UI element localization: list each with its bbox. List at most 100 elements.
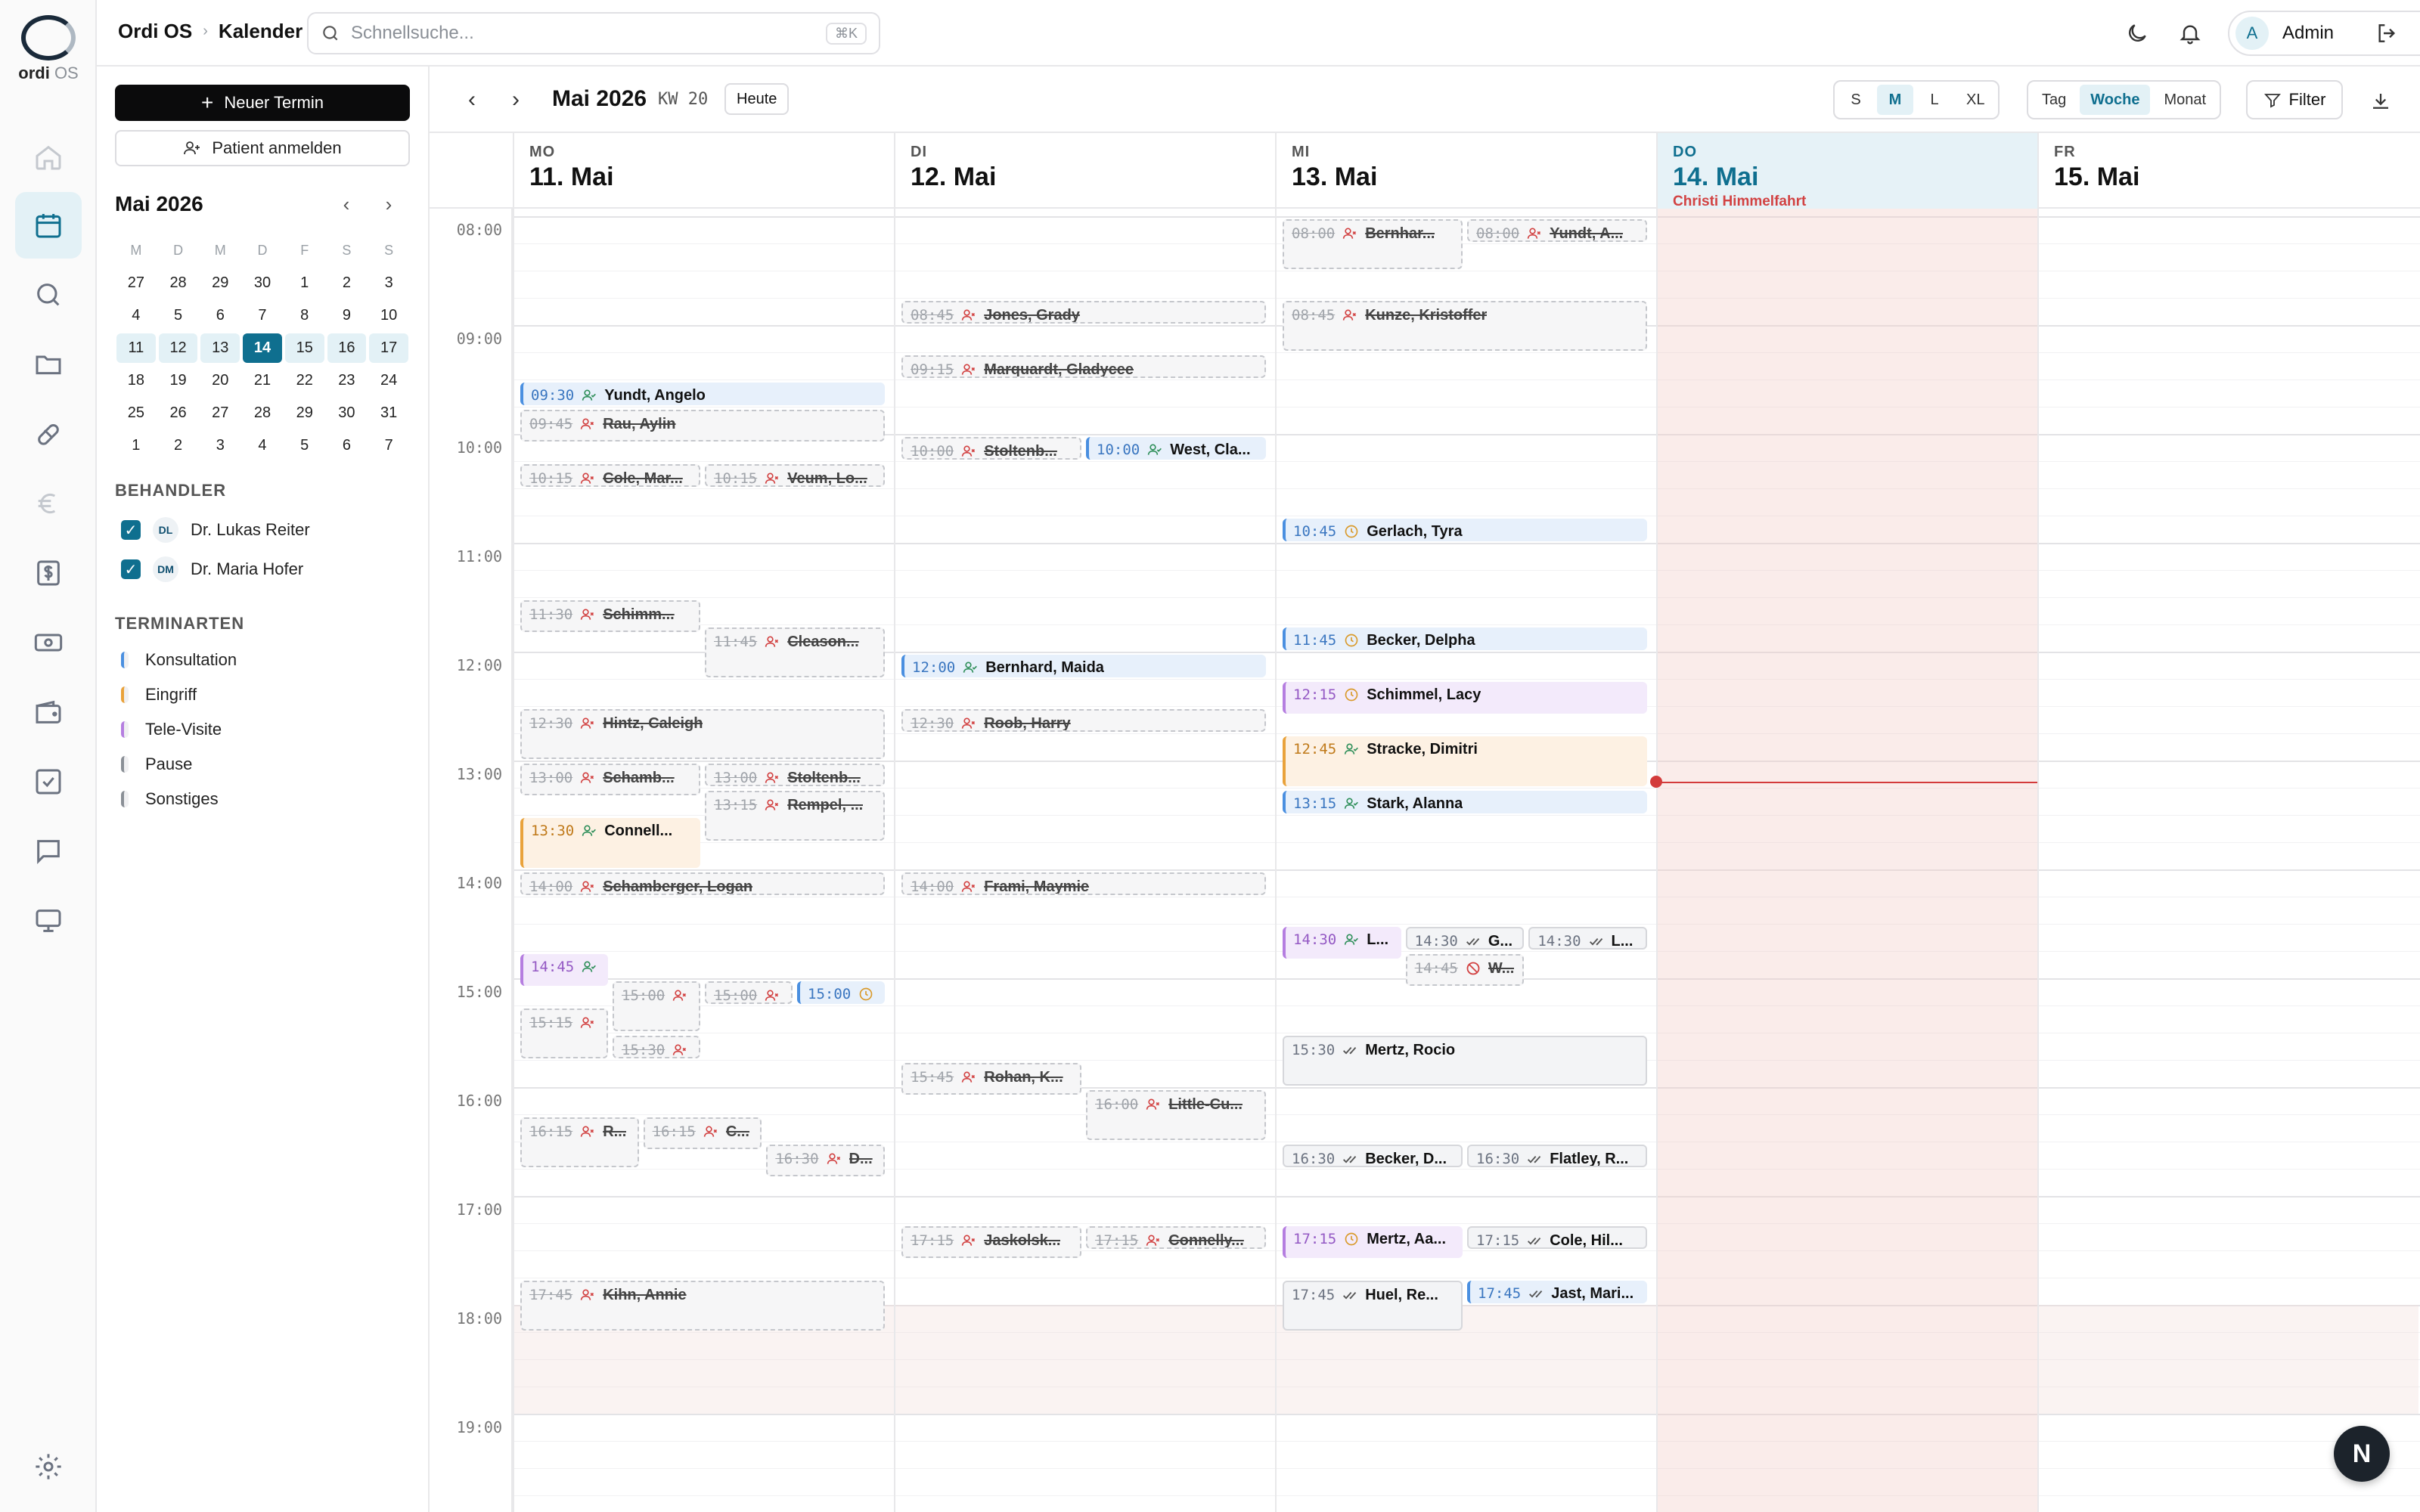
nav-tasks[interactable] xyxy=(15,748,82,815)
mini-calendar-day[interactable]: 29 xyxy=(285,398,324,428)
appointment-card[interactable]: 13:00 Schamb... xyxy=(520,763,700,795)
mini-calendar-day[interactable]: 23 xyxy=(327,366,367,395)
appointment-card[interactable]: 16:30 Becker, D... xyxy=(1283,1144,1463,1167)
mini-calendar-day[interactable]: 4 xyxy=(116,301,156,330)
density-m[interactable]: M xyxy=(1877,85,1913,115)
appointment-card[interactable]: 14:30 L... xyxy=(1283,926,1401,959)
appointment-card[interactable]: 09:45 Rau, Aylin xyxy=(520,409,885,442)
mini-calendar-day[interactable]: 30 xyxy=(327,398,367,428)
appointment-card[interactable]: 10:15 Cole, Mar... xyxy=(520,463,700,487)
logout-button[interactable] xyxy=(2370,17,2403,50)
day-column[interactable] xyxy=(2037,209,2418,1512)
appointment-card[interactable]: 12:15 Schimmel, Lacy xyxy=(1283,681,1647,714)
mini-calendar-day[interactable]: 15 xyxy=(284,333,324,363)
dark-mode-toggle[interactable] xyxy=(2121,17,2154,50)
appointment-card[interactable]: 13:15 Rempel, ... xyxy=(705,790,885,841)
mini-calendar-day[interactable]: 24 xyxy=(369,366,408,395)
appointment-card[interactable]: 13:00 Stoltenb... xyxy=(705,763,885,786)
density-s[interactable]: S xyxy=(1838,85,1874,115)
mini-calendar-day[interactable]: 1 xyxy=(116,431,156,460)
new-appointment-button[interactable]: + Neuer Termin xyxy=(115,85,410,121)
appointment-card[interactable]: 12:30 Roob, Harry xyxy=(901,708,1266,732)
mini-calendar-day[interactable]: 6 xyxy=(327,431,367,460)
appointment-card[interactable]: 17:15 Cole, Hil... xyxy=(1467,1225,1647,1249)
checkbox-checked-icon[interactable]: ✓ xyxy=(121,559,141,579)
mini-calendar-day[interactable]: 20 xyxy=(200,366,240,395)
appointment-card[interactable]: 17:15 Jaskolsk... xyxy=(901,1225,1081,1258)
appointment-card[interactable]: 16:30 Flatley, R... xyxy=(1467,1144,1647,1167)
floating-action-button[interactable]: N xyxy=(2334,1426,2390,1482)
appointment-card[interactable]: 15:30 xyxy=(613,1035,700,1058)
mini-calendar-day[interactable]: 7 xyxy=(369,431,408,460)
nav-calendar[interactable] xyxy=(15,192,82,259)
provider-item[interactable]: ✓ DL Dr. Lukas Reiter xyxy=(121,517,310,543)
appointment-card[interactable]: 17:45 Huel, Re... xyxy=(1283,1280,1463,1331)
provider-item[interactable]: ✓ DM Dr. Maria Hofer xyxy=(121,556,303,582)
mini-calendar-day[interactable]: 12 xyxy=(158,333,198,363)
type-item-procedure[interactable]: Eingriff xyxy=(121,685,197,705)
day-header[interactable]: FR 15. Mai xyxy=(2037,133,2418,209)
mini-calendar-day[interactable]: 22 xyxy=(285,366,324,395)
nav-messages[interactable] xyxy=(15,818,82,885)
mini-calendar-day[interactable]: 5 xyxy=(285,431,324,460)
day-column[interactable] xyxy=(1656,209,2037,1512)
type-item-other[interactable]: Sonstiges xyxy=(121,789,219,809)
filter-button[interactable]: Filter xyxy=(2246,80,2343,119)
nav-invoices[interactable] xyxy=(15,540,82,606)
appointment-card[interactable]: 17:45 Kihn, Annie xyxy=(520,1280,885,1331)
appointment-card[interactable]: 15:45 Rohan, K... xyxy=(901,1062,1081,1095)
appointment-card[interactable]: 10:00 Stoltenb... xyxy=(901,436,1081,460)
breadcrumb-app[interactable]: Ordi OS xyxy=(118,20,192,43)
app-logo[interactable]: ordi OS xyxy=(15,15,82,91)
mini-calendar-day[interactable]: 17 xyxy=(369,333,408,363)
mini-calendar-day[interactable]: 27 xyxy=(200,398,240,428)
appointment-card[interactable]: 08:00 Bernhar... xyxy=(1283,218,1463,269)
appointment-card[interactable]: 14:45 xyxy=(520,953,608,986)
export-button[interactable] xyxy=(2366,86,2396,116)
appointment-card[interactable]: 15:00 xyxy=(613,981,700,1031)
mini-calendar-day[interactable]: 10 xyxy=(369,301,408,330)
appointment-card[interactable]: 11:30 Schimm... xyxy=(520,600,700,632)
mini-calendar-next[interactable]: › xyxy=(375,191,402,218)
day-header[interactable]: MI 13. Mai xyxy=(1275,133,1656,209)
mini-calendar-day[interactable]: 6 xyxy=(200,301,240,330)
appointment-card[interactable]: 14:45 W... xyxy=(1405,953,1525,986)
nav-medications[interactable] xyxy=(15,401,82,467)
view-week-tab[interactable]: Woche xyxy=(2080,85,2151,115)
type-item-televisit[interactable]: Tele-Visite xyxy=(121,720,222,739)
nav-home[interactable] xyxy=(15,124,82,191)
mini-calendar-day[interactable]: 28 xyxy=(243,398,282,428)
appointment-card[interactable]: 17:15 Connelly... xyxy=(1086,1225,1266,1249)
appointment-card[interactable]: 13:30 Connell... xyxy=(520,817,700,868)
today-button[interactable]: Heute xyxy=(724,83,790,115)
appointment-card[interactable]: 09:15 Marquardt, Gladycee xyxy=(901,355,1266,378)
day-column[interactable] xyxy=(894,209,1275,1512)
appointment-card[interactable]: 09:30 Yundt, Angelo xyxy=(520,382,885,405)
mini-calendar-day[interactable]: 5 xyxy=(159,301,198,330)
nav-billing-euro[interactable] xyxy=(15,470,82,537)
appointment-card[interactable]: 16:15 R... xyxy=(520,1117,639,1167)
mini-calendar-day[interactable]: 18 xyxy=(116,366,156,395)
appointment-card[interactable]: 12:30 Hintz, Caleigh xyxy=(520,708,885,759)
nav-wallet[interactable] xyxy=(15,679,82,745)
day-header[interactable]: DO 14. Mai Christi Himmelfahrt xyxy=(1656,133,2037,209)
appointment-card[interactable]: 08:45 Jones, Grady xyxy=(901,300,1266,324)
appointment-card[interactable]: 17:45 Jast, Mari... xyxy=(1467,1280,1647,1303)
appointment-card[interactable]: 12:00 Bernhard, Maida xyxy=(901,654,1266,677)
mini-calendar-day[interactable]: 3 xyxy=(200,431,240,460)
appointment-card[interactable]: 11:45 Becker, Delpha xyxy=(1283,627,1647,650)
appointment-card[interactable]: 10:00 West, Cla... xyxy=(1086,436,1266,460)
appointment-card[interactable]: 17:15 Mertz, Aa... xyxy=(1283,1225,1463,1258)
day-header[interactable]: DI 12. Mai xyxy=(894,133,1275,209)
mini-calendar-day[interactable]: 7 xyxy=(243,301,282,330)
mini-calendar-day[interactable]: 25 xyxy=(116,398,156,428)
appointment-card[interactable]: 08:45 Kunze, Kristoffer xyxy=(1283,300,1647,351)
nav-display[interactable] xyxy=(15,888,82,954)
appointment-card[interactable]: 15:00 xyxy=(797,981,885,1004)
density-l[interactable]: L xyxy=(1916,85,1953,115)
appointment-card[interactable]: 16:30 D... xyxy=(766,1144,885,1176)
mini-calendar-day[interactable]: 11 xyxy=(116,333,156,363)
mini-calendar-day[interactable]: 30 xyxy=(243,268,282,298)
mini-calendar-day[interactable]: 9 xyxy=(327,301,367,330)
next-week-button[interactable]: › xyxy=(504,87,528,112)
